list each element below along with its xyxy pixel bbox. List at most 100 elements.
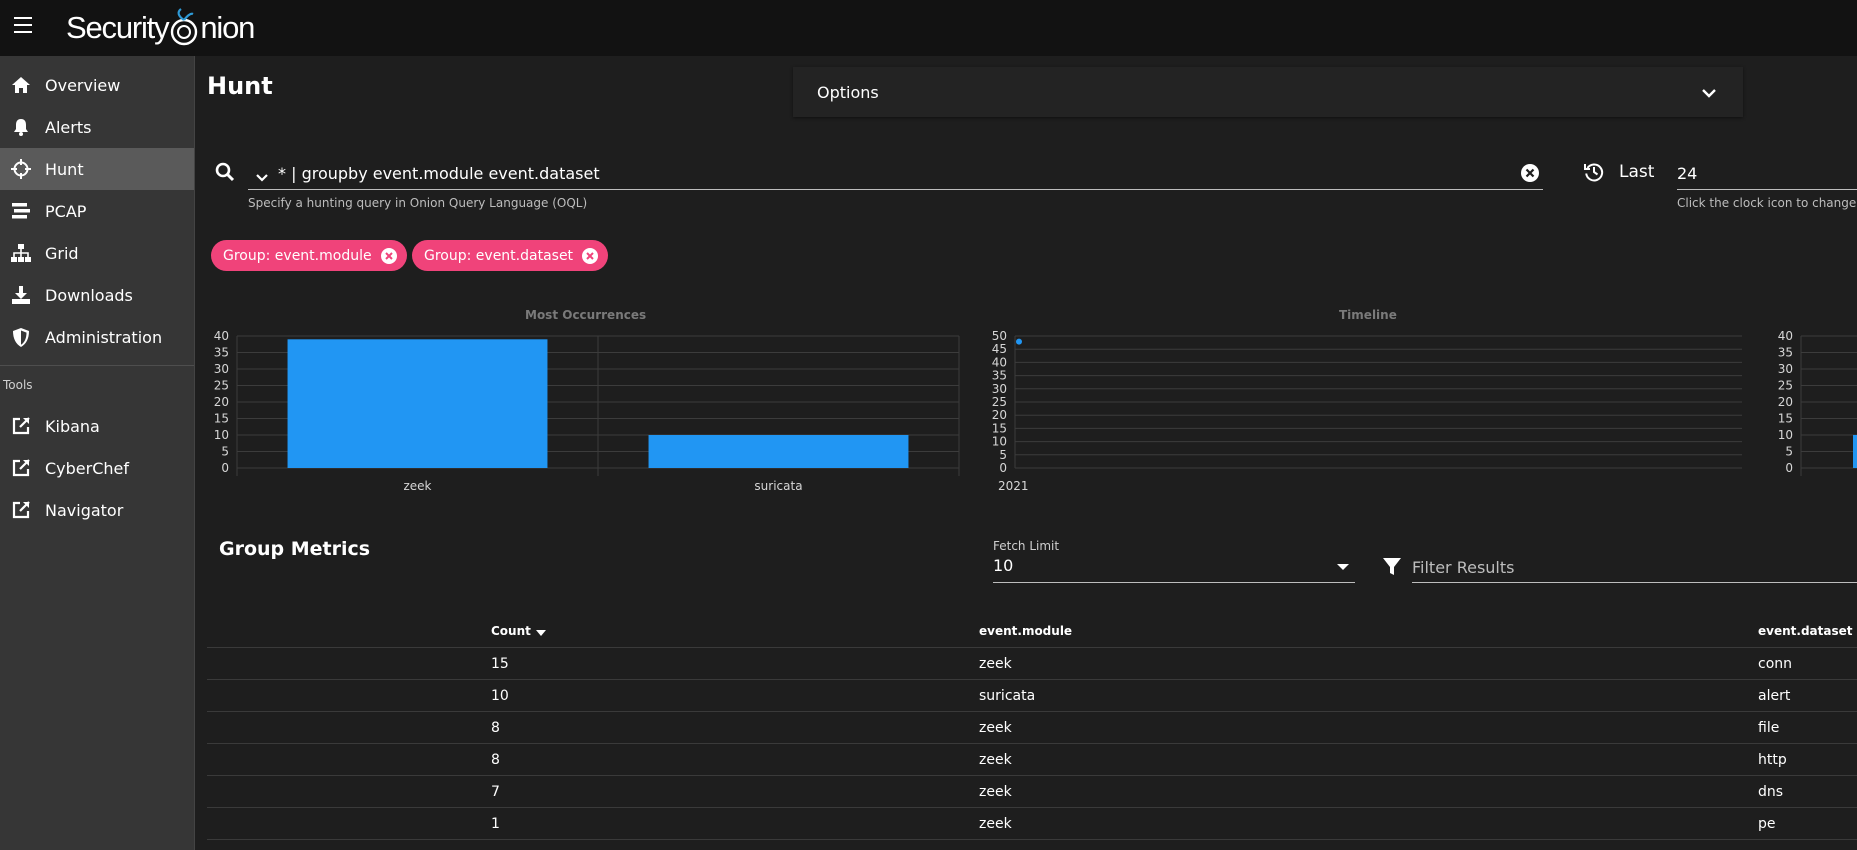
search-icon[interactable] <box>215 162 235 186</box>
sidebar-item-pcap[interactable]: PCAP <box>0 190 194 232</box>
date-range-input[interactable] <box>1677 160 1857 186</box>
column-header-count[interactable]: Count <box>491 624 546 638</box>
cell-dataset[interactable]: conn <box>1758 656 1792 672</box>
sidebar-item-navigator[interactable]: Navigator <box>0 489 194 531</box>
y-tick-label: 50 <box>992 329 1007 343</box>
most-occurrences-chart[interactable]: 0 5 10 15 20 25 30 35 40 zeek suricata <box>207 323 967 498</box>
cell-dataset[interactable]: file <box>1758 720 1779 736</box>
download-icon <box>10 284 32 306</box>
sidebar-item-label: Navigator <box>45 500 124 520</box>
sort-desc-icon <box>535 630 546 636</box>
y-tick-label: 15 <box>214 412 229 426</box>
options-panel[interactable]: Options <box>793 67 1743 117</box>
y-tick-label: 0 <box>221 461 229 475</box>
cell-count: 10 <box>491 688 509 704</box>
column-header-module[interactable]: event.module <box>979 624 1072 638</box>
sidebar-item-label: Overview <box>45 75 121 95</box>
table-row[interactable]: 10 suricata alert <box>207 679 1857 711</box>
history-clock-icon[interactable] <box>1584 162 1604 186</box>
x-tick-label: suricata <box>754 479 802 493</box>
y-tick-label: 30 <box>1778 362 1793 376</box>
y-tick-label: 25 <box>214 379 229 393</box>
fetch-limit-label: Fetch Limit <box>993 539 1060 553</box>
column-header-label: event.module <box>979 624 1073 638</box>
external-link-icon <box>10 499 32 521</box>
sidebar-item-overview[interactable]: Overview <box>0 64 194 106</box>
table-row[interactable]: 15 zeek conn <box>207 647 1857 679</box>
y-tick-label: 25 <box>992 395 1007 409</box>
tools-section-label: Tools <box>3 378 33 392</box>
caret-down-icon <box>1337 564 1349 570</box>
sidebar-item-label: Grid <box>45 243 79 263</box>
filter-results-input[interactable] <box>1412 554 1857 580</box>
query-input[interactable] <box>278 160 1528 186</box>
external-link-icon <box>10 415 32 437</box>
y-tick-label: 30 <box>992 382 1007 396</box>
close-icon[interactable] <box>582 247 599 264</box>
y-tick-label: 20 <box>1778 395 1793 409</box>
sidebar-item-label: Alerts <box>45 117 92 137</box>
y-tick-label: 35 <box>1778 346 1793 360</box>
y-tick-label: 40 <box>214 329 229 343</box>
cell-module[interactable]: zeek <box>979 784 1012 800</box>
y-tick-label: 0 <box>999 461 1007 475</box>
home-icon <box>10 74 32 96</box>
cell-module[interactable]: zeek <box>979 656 1012 672</box>
column-header-label: Count <box>491 624 531 638</box>
sidebar-item-label: Administration <box>45 327 163 347</box>
chevron-down-icon[interactable] <box>255 168 269 187</box>
date-range-underline <box>1677 189 1857 190</box>
table-row[interactable]: 8 zeek file <box>207 711 1857 743</box>
cell-dataset[interactable]: alert <box>1758 688 1790 704</box>
column-header-dataset[interactable]: event.dataset <box>1758 624 1852 638</box>
sidebar-item-administration[interactable]: Administration <box>0 316 194 358</box>
y-tick-label: 15 <box>992 421 1007 435</box>
stream-icon <box>10 200 32 222</box>
sidebar-item-cyberchef[interactable]: CyberChef <box>0 447 194 489</box>
clear-icon[interactable] <box>1521 164 1539 186</box>
cell-dataset[interactable]: dns <box>1758 784 1783 800</box>
y-tick-label: 25 <box>1778 379 1793 393</box>
cell-module[interactable]: zeek <box>979 816 1012 832</box>
filter-underline <box>1412 582 1857 583</box>
filter-icon <box>1382 557 1402 581</box>
table-row[interactable]: 8 zeek http <box>207 743 1857 775</box>
y-tick-label: 30 <box>214 362 229 376</box>
options-label: Options <box>817 83 879 102</box>
cell-count: 15 <box>491 656 509 672</box>
y-tick-label: 40 <box>992 355 1007 369</box>
y-tick-label: 10 <box>214 428 229 442</box>
table-row[interactable]: 7 zeek dns <box>207 775 1857 807</box>
group-chip-dataset[interactable]: Group: event.dataset <box>412 240 609 271</box>
cell-dataset[interactable]: pe <box>1758 816 1776 832</box>
group-chip-module[interactable]: Group: event.module <box>211 240 407 271</box>
bar-suricata <box>648 435 909 468</box>
menu-icon[interactable] <box>14 17 32 35</box>
shield-icon <box>10 326 32 348</box>
cell-module[interactable]: zeek <box>979 720 1012 736</box>
third-chart[interactable]: 0 5 10 15 20 25 30 35 40 <box>1767 323 1857 498</box>
bar-zeek <box>287 339 548 468</box>
sidebar-item-grid[interactable]: Grid <box>0 232 194 274</box>
cell-module[interactable]: suricata <box>979 688 1035 704</box>
sidebar-item-kibana[interactable]: Kibana <box>0 405 194 447</box>
sidebar-item-hunt[interactable]: Hunt <box>0 148 194 190</box>
sidebar-item-label: CyberChef <box>45 458 130 478</box>
sidebar-item-alerts[interactable]: Alerts <box>0 106 194 148</box>
y-tick-label: 45 <box>992 342 1007 356</box>
close-icon[interactable] <box>380 247 397 264</box>
cell-module[interactable]: zeek <box>979 752 1012 768</box>
page-title: Hunt <box>207 72 273 100</box>
cell-dataset[interactable]: http <box>1758 752 1787 768</box>
timeline-chart[interactable]: 05101520253035404550 2021 <box>985 323 1745 498</box>
chart-title-most-occurrences: Most Occurrences <box>525 308 647 322</box>
logo-text-nion: nion <box>200 10 255 45</box>
sidebar-item-downloads[interactable]: Downloads <box>0 274 194 316</box>
chip-label: Group: event.dataset <box>424 247 574 264</box>
cell-count: 7 <box>491 784 500 800</box>
y-tick-label: 5 <box>1785 445 1793 459</box>
sidebar-divider <box>0 365 194 366</box>
table-row[interactable]: 1 zeek pe <box>207 807 1857 840</box>
logo-text-security: Security <box>66 10 170 45</box>
cell-count: 1 <box>491 816 500 832</box>
